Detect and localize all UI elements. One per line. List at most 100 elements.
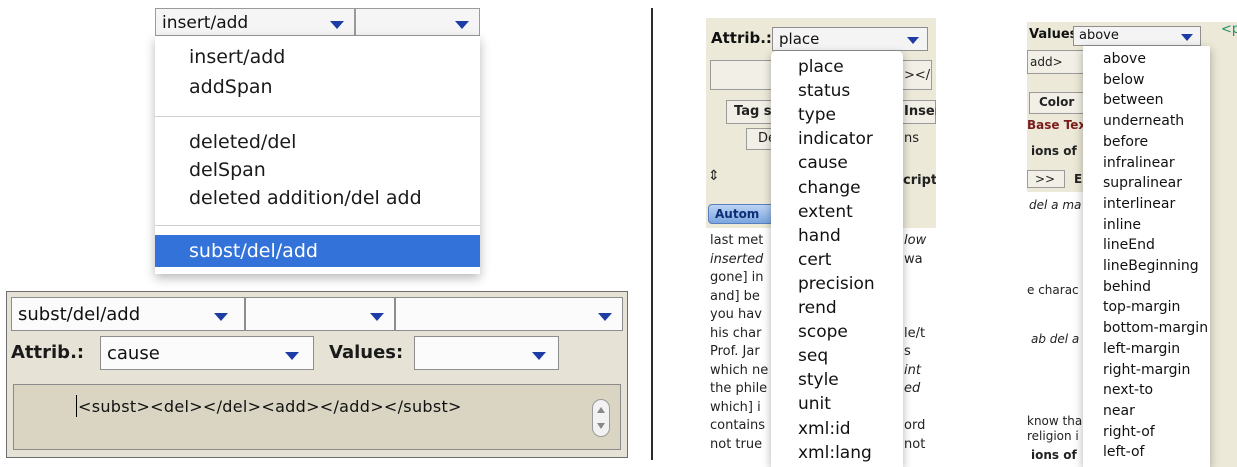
tag-editor-panel: subst/del/add Attrib.: cause Values: <su… [6, 291, 628, 458]
nav-next-label: >> [1035, 172, 1056, 186]
menu-item[interactable]: hand [798, 226, 841, 246]
text-line: his char [710, 325, 762, 341]
menu-item[interactable]: precision [798, 274, 875, 294]
ns-fragment: ns [904, 131, 920, 146]
element-type-dropdown[interactable]: insert/add [155, 8, 355, 36]
menu-item[interactable]: interlinear [1103, 196, 1175, 212]
text-line-tail: le/t [904, 325, 926, 341]
tag-close-fragment: ></ [904, 68, 931, 83]
text-line-tail: int [904, 362, 921, 378]
menu-item[interactable]: between [1103, 92, 1164, 108]
menu-item[interactable]: lineBeginning [1103, 258, 1199, 274]
text-line: which ne [710, 362, 769, 378]
text-cursor [76, 395, 77, 417]
menu-item[interactable]: place [798, 57, 844, 77]
menu-item[interactable]: cert [798, 250, 831, 270]
menu-item-deleted-del[interactable]: deleted/del [189, 131, 296, 153]
menu-item-addspan[interactable]: addSpan [189, 76, 273, 98]
menu-item-insert-add[interactable]: insert/add [189, 46, 285, 68]
menu-item[interactable]: near [1103, 403, 1135, 419]
panel-divider [651, 8, 653, 460]
menu-item[interactable]: underneath [1103, 113, 1184, 129]
values-dropdown[interactable] [414, 336, 559, 370]
menu-item-deleted-addition[interactable]: deleted addition/del add [189, 187, 422, 209]
element-combo-bar: insert/add [155, 8, 480, 37]
text-line-tail: low [904, 233, 927, 248]
menu-item[interactable]: right-margin [1103, 362, 1190, 378]
text-line: not true [710, 436, 763, 452]
menu-item[interactable]: unit [798, 394, 831, 414]
attrib-dropdown-value: cause [107, 343, 160, 364]
secondary-dropdown[interactable] [355, 8, 480, 36]
values-dropdown[interactable]: above [1073, 26, 1201, 46]
menu-item[interactable]: left-of [1103, 444, 1144, 460]
menu-item[interactable]: status [798, 81, 850, 101]
menu-item[interactable]: seq [798, 346, 828, 366]
text-fragment: e charac [1027, 283, 1079, 297]
menu-item[interactable]: style [798, 370, 839, 390]
element-type-dropdown[interactable]: subst/del/add [11, 297, 245, 331]
attrib-label: Attrib.: [11, 342, 85, 363]
attrib-label: Attrib.: [711, 29, 772, 47]
menu-item[interactable]: change [798, 178, 861, 198]
menu-item[interactable]: type [798, 105, 836, 125]
text-fragment: ab del a [1031, 332, 1080, 346]
stepper-icon[interactable]: ⇕ [708, 168, 720, 184]
base-text-fragment: Base Tex [1027, 118, 1087, 132]
menu-item[interactable]: behind [1103, 279, 1151, 295]
menu-item[interactable]: right-of [1103, 424, 1155, 440]
menu-item[interactable]: top-margin [1103, 299, 1180, 315]
menu-item-delspan[interactable]: delSpan [189, 159, 266, 181]
text-line: gone] in [710, 270, 764, 285]
menu-item[interactable]: left-margin [1103, 341, 1180, 357]
chevron-down-icon [1181, 34, 1193, 41]
menu-item[interactable]: inline [1103, 217, 1141, 233]
menu-item[interactable]: cause [798, 153, 848, 173]
menu-item[interactable]: bottom-margin [1103, 320, 1208, 336]
stepper-control[interactable] [592, 399, 610, 437]
chevron-down-icon [285, 352, 299, 360]
chevron-down-icon [214, 313, 228, 321]
secondary-dropdown[interactable] [245, 297, 395, 331]
text-line: contains [710, 418, 766, 433]
menu-item[interactable]: indicator [798, 129, 873, 149]
values-menu: above below between underneath before infrali… [1083, 46, 1210, 467]
tag-button-label: Tag s [734, 104, 772, 119]
automatic-tab[interactable]: Autom [708, 204, 774, 224]
arrow-down-icon[interactable] [597, 423, 605, 429]
chevron-down-icon [370, 313, 384, 321]
menu-item[interactable]: next-to [1103, 382, 1153, 398]
tag-code-editor[interactable]: <subst><del></del><add></add></subst> [13, 384, 621, 450]
attrib-dropdown[interactable]: place [772, 27, 928, 51]
automatic-tab-label: Autom [715, 207, 760, 221]
insert-tag-label: Insert tag [904, 104, 936, 119]
menu-item[interactable]: xml:id [798, 419, 851, 439]
values-label: Values: [329, 342, 404, 363]
text-fragment: know tha [1027, 414, 1083, 428]
ions-of-fragment: ions of [1031, 144, 1077, 158]
menu-item[interactable]: extent [798, 202, 853, 222]
menu-item[interactable]: scope [798, 322, 848, 342]
menu-item[interactable]: rend [798, 298, 837, 318]
menu-item[interactable]: above [1103, 51, 1146, 67]
menu-item[interactable]: supralinear [1103, 175, 1182, 191]
menu-separator [155, 225, 480, 226]
tertiary-dropdown[interactable] [395, 297, 623, 331]
element-type-dropdown-value: insert/add [162, 13, 249, 33]
attrib-dropdown-value: place [779, 30, 820, 48]
menu-item[interactable]: infralinear [1103, 155, 1175, 171]
arrow-up-icon[interactable] [597, 407, 605, 413]
xml-preview-fragment: <p [1221, 22, 1237, 37]
ions-of-fragment-bottom: ions of [1031, 448, 1077, 462]
menu-item[interactable]: before [1103, 134, 1148, 150]
text-line: which] i [710, 399, 761, 415]
description-header-fragment: cript [903, 173, 936, 188]
menu-item[interactable]: lineEnd [1103, 237, 1155, 253]
chevron-down-icon [532, 352, 546, 360]
attrib-dropdown[interactable]: cause [100, 336, 314, 370]
menu-item-subst-del-add[interactable]: subst/del/add [155, 235, 480, 267]
chevron-down-icon [330, 21, 344, 29]
menu-item[interactable]: below [1103, 72, 1144, 88]
menu-separator [155, 116, 480, 117]
menu-item[interactable]: xml:lang [798, 443, 872, 463]
